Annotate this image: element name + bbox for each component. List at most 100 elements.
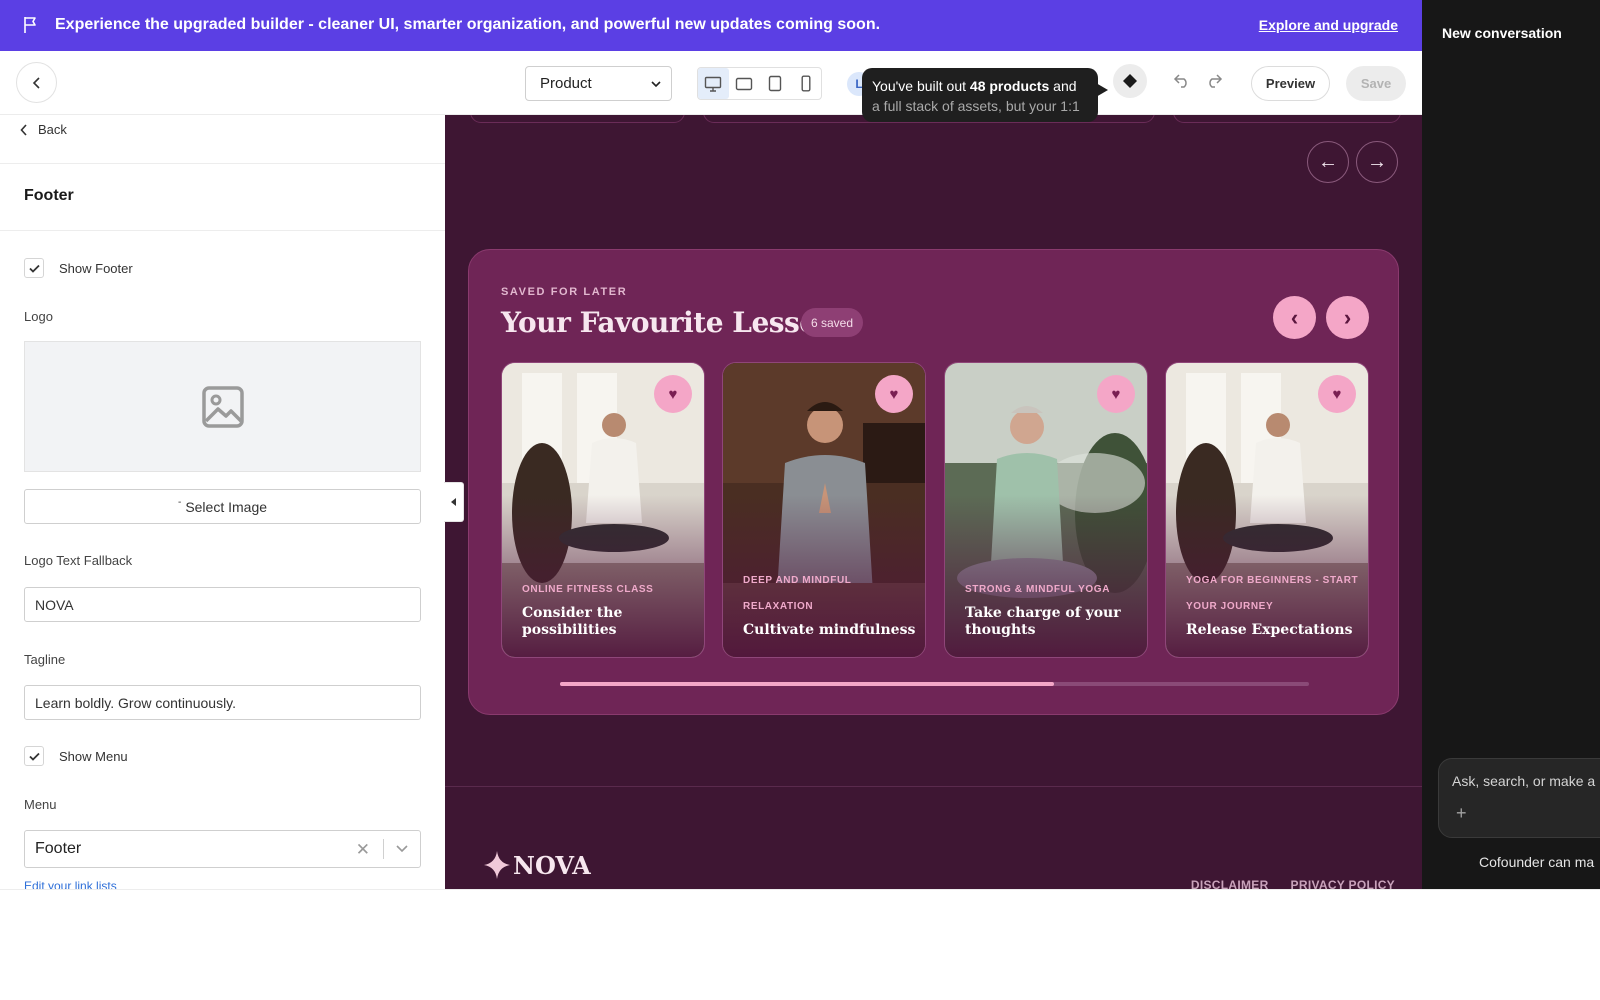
undo-icon[interactable]: [1173, 72, 1191, 88]
tooltip-highlight: 48 products: [969, 78, 1050, 94]
tooltip-text: You've built out: [872, 78, 970, 94]
lesson-title: Release Expectations: [1186, 622, 1353, 638]
empty-area: [0, 889, 1600, 1000]
section-title: Footer: [24, 187, 74, 204]
tooltip-arrow: [1096, 83, 1108, 97]
heart-icon[interactable]: ♥: [1097, 375, 1135, 413]
show-footer-checkbox[interactable]: [24, 258, 44, 278]
device-mobile-button[interactable]: [790, 68, 821, 99]
banner-message: Experience the upgraded builder - cleane…: [55, 16, 881, 33]
sparkle-icon: [484, 851, 510, 879]
arrow-right-icon: →: [1367, 150, 1387, 173]
footer-logo-text: NOVA: [513, 850, 591, 880]
favourite-lessons-section: SAVED FOR LATER Your Favourite Lessons 6…: [468, 249, 1399, 715]
select-image-label: Select Image: [185, 498, 268, 515]
carousel-scrollbar-thumb[interactable]: [560, 682, 1055, 686]
redo-icon[interactable]: [1205, 72, 1223, 88]
device-switcher: [697, 67, 822, 100]
lesson-category: DEEP AND MINDFUL RELAXATION: [743, 575, 852, 612]
upgrade-tooltip: You've built out 48 products and a full …: [862, 68, 1098, 122]
device-tablet-portrait-button[interactable]: [760, 68, 791, 99]
tablet-portrait-icon: [768, 75, 782, 92]
prev-arrow-button[interactable]: ←: [1307, 141, 1349, 183]
collapse-panel-toggle[interactable]: [444, 482, 464, 522]
lesson-card[interactable]: ♥ DEEP AND MINDFUL RELAXATION Cultivate …: [722, 362, 926, 658]
select-image-button[interactable]: - Select Image: [24, 489, 421, 524]
footer-divider: [445, 786, 1422, 787]
preview-button[interactable]: Preview: [1251, 66, 1330, 101]
device-tablet-landscape-button[interactable]: [729, 68, 760, 99]
logo-label: Logo: [24, 309, 53, 324]
checkmark-icon: [28, 752, 40, 761]
lesson-title: Consider the possibilities: [522, 605, 623, 638]
toolbar-back-button[interactable]: [16, 62, 57, 103]
chevron-down-icon[interactable]: [395, 843, 409, 855]
chevron-left-icon: [450, 498, 456, 506]
diamond-icon: [1123, 74, 1137, 88]
mobile-icon: [801, 75, 811, 92]
editor-toolbar: Product L You've built out 48 products a…: [0, 51, 1422, 122]
chevron-down-icon: [651, 81, 661, 88]
back-label: Back: [38, 122, 67, 137]
lesson-title: Cultivate mindfulness: [743, 622, 916, 638]
dash-icon: -: [177, 497, 182, 508]
chat-input[interactable]: Ask, search, or make a +: [1438, 758, 1600, 838]
chat-placeholder: Ask, search, or make a: [1452, 773, 1596, 789]
heart-icon[interactable]: ♥: [1318, 375, 1356, 413]
page-type-select[interactable]: Product: [525, 66, 672, 101]
carousel-scrollbar[interactable]: [560, 682, 1309, 686]
ai-disclaimer: Cofounder can ma: [1479, 854, 1595, 870]
tablet-landscape-icon: [735, 77, 753, 90]
logo-preview[interactable]: [24, 341, 421, 472]
tagline-input[interactable]: Learn boldly. Grow continuously.: [24, 685, 421, 720]
chevron-right-icon: ›: [1343, 304, 1352, 330]
carousel-next-button[interactable]: ›: [1326, 296, 1369, 339]
chevron-left-icon: [20, 123, 27, 136]
footer-link-privacy[interactable]: PRIVACY POLICY: [1291, 878, 1395, 889]
settings-back-link[interactable]: Back: [20, 122, 67, 137]
tooltip-line-1: You've built out 48 products and: [872, 76, 1088, 96]
lesson-category: ONLINE FITNESS CLASS: [522, 584, 654, 595]
lesson-category: YOGA FOR BEGINNERS - START YOUR JOURNEY: [1186, 575, 1359, 612]
previous-card-edge: [470, 115, 685, 123]
chevron-left-icon: [32, 76, 40, 89]
next-arrow-button[interactable]: →: [1356, 141, 1398, 183]
show-footer-row: Show Footer: [24, 258, 133, 278]
edit-link-lists-link[interactable]: Edit your link lists: [24, 879, 117, 889]
carousel-prev-button[interactable]: ‹: [1273, 296, 1316, 339]
lesson-card[interactable]: ♥ ONLINE FITNESS CLASS Consider the poss…: [501, 362, 705, 658]
heart-icon[interactable]: ♥: [654, 375, 692, 413]
menu-select-value: Footer: [35, 840, 82, 857]
desktop-icon: [705, 76, 722, 92]
section-settings-panel: Back Footer Show Footer Logo - Select Im…: [0, 115, 445, 889]
ai-chat-panel: New conversation Ask, search, or make a …: [1422, 0, 1600, 889]
heart-icon[interactable]: ♥: [875, 375, 913, 413]
lesson-card[interactable]: ♥ STRONG & MINDFUL YOGA Take charge of y…: [944, 362, 1148, 658]
explore-upgrade-link[interactable]: Explore and upgrade: [1259, 17, 1398, 33]
footer-link-disclaimer[interactable]: DISCLAIMER: [1191, 878, 1269, 889]
page-type-value: Product: [540, 75, 592, 92]
chevron-left-icon: ‹: [1290, 304, 1299, 330]
footer-logo[interactable]: NOVA: [483, 850, 591, 880]
checkmark-icon: [28, 264, 40, 273]
previous-card-edge: [1173, 115, 1401, 123]
image-placeholder-icon: [201, 385, 244, 428]
show-menu-checkbox[interactable]: [24, 746, 44, 766]
device-desktop-button[interactable]: [698, 68, 729, 99]
app-root: Experience the upgraded builder - cleane…: [0, 0, 1600, 1000]
lesson-category: STRONG & MINDFUL YOGA: [965, 584, 1111, 595]
plus-icon[interactable]: +: [1456, 803, 1467, 824]
save-button[interactable]: Save: [1346, 66, 1406, 101]
lesson-card[interactable]: ♥ YOGA FOR BEGINNERS - START YOUR JOURNE…: [1165, 362, 1369, 658]
menu-select[interactable]: Footer ✕: [24, 830, 421, 868]
select-separator: [383, 839, 384, 859]
announcement-banner: Experience the upgraded builder - cleane…: [0, 0, 1422, 51]
ai-assistant-button[interactable]: [1113, 64, 1147, 98]
clear-icon[interactable]: ✕: [356, 840, 370, 860]
logo-text-fallback-input[interactable]: NOVA: [24, 587, 421, 622]
show-menu-label: Show Menu: [59, 748, 128, 764]
divider: [0, 230, 445, 231]
show-footer-label: Show Footer: [59, 260, 133, 276]
flag-icon: [24, 17, 36, 33]
saved-count-badge: 6 saved: [801, 308, 864, 337]
